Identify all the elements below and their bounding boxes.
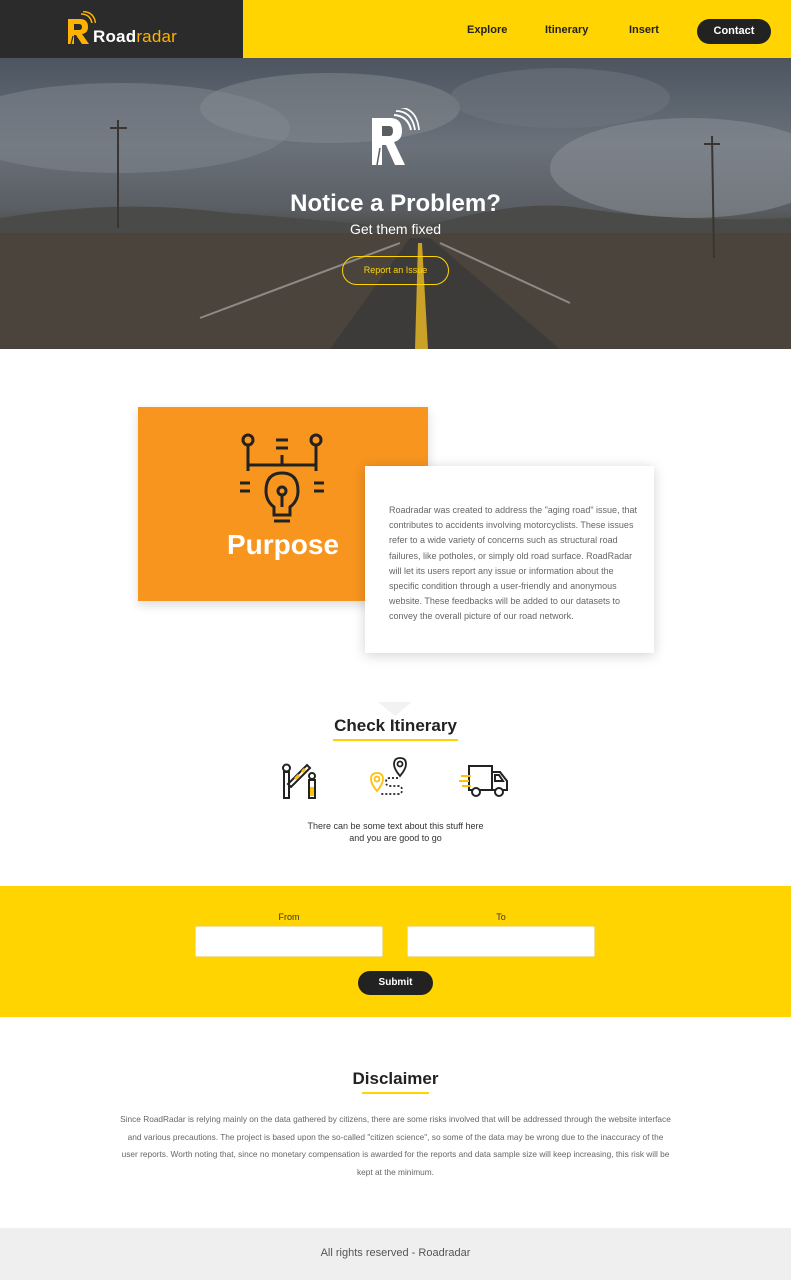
nav-link-explore[interactable]: Explore — [467, 24, 507, 36]
purpose-description: Roadradar was created to address the "ag… — [389, 505, 638, 622]
brand-name-radar: radar — [136, 27, 177, 46]
footer: All rights reserved - Roadradar — [0, 1228, 791, 1280]
purpose-description-card: Roadradar was created to address the "ag… — [365, 466, 654, 653]
to-input[interactable] — [407, 926, 595, 957]
hero-logo-icon — [372, 108, 420, 166]
footer-copyright: All rights reserved - Roadradar — [320, 1247, 471, 1259]
road-barrier-icon — [282, 763, 316, 799]
submit-button[interactable]: Submit — [358, 971, 433, 995]
section-divider-arrow — [378, 702, 412, 716]
contact-button[interactable]: Contact — [697, 19, 771, 44]
lightbulb-idea-icon — [240, 433, 324, 523]
nav-link-insert[interactable]: Insert — [629, 24, 659, 36]
disclaimer-text: Since RoadRadar is relying mainly on the… — [120, 1114, 671, 1177]
hero-subtitle: Get them fixed — [349, 221, 442, 237]
delivery-truck-icon — [459, 765, 508, 797]
to-label: To — [496, 912, 506, 922]
disclaimer-title-underline — [362, 1092, 429, 1094]
top-navbar: Roadradar Explore Itinerary Insert Conta… — [0, 0, 791, 58]
itinerary-description: There can be some text about this stuff … — [0, 820, 791, 844]
brand-name: Roadradar — [93, 27, 177, 47]
itinerary-title-underline — [333, 739, 458, 741]
report-issue-button[interactable]: Report an Issue — [342, 256, 449, 285]
nav-link-itinerary[interactable]: Itinerary — [545, 24, 588, 36]
from-input[interactable] — [195, 926, 383, 957]
roadradar-logo-icon — [68, 11, 96, 45]
itinerary-form: From To Submit — [0, 886, 791, 1017]
itinerary-description-line1: There can be some text about this stuff … — [307, 821, 484, 831]
from-label: From — [278, 912, 300, 922]
itinerary-description-line2: and you are good to go — [349, 833, 442, 843]
disclaimer-title: Disclaimer — [352, 1069, 439, 1088]
hero-section: Notice a Problem? Get them fixed Report … — [0, 58, 791, 349]
brand-block[interactable]: Roadradar — [0, 0, 243, 58]
itinerary-title: Check Itinerary — [334, 716, 457, 735]
hero-title: Notice a Problem? — [290, 190, 501, 217]
brand-name-road: Road — [93, 27, 137, 46]
route-map-icon — [370, 757, 407, 795]
